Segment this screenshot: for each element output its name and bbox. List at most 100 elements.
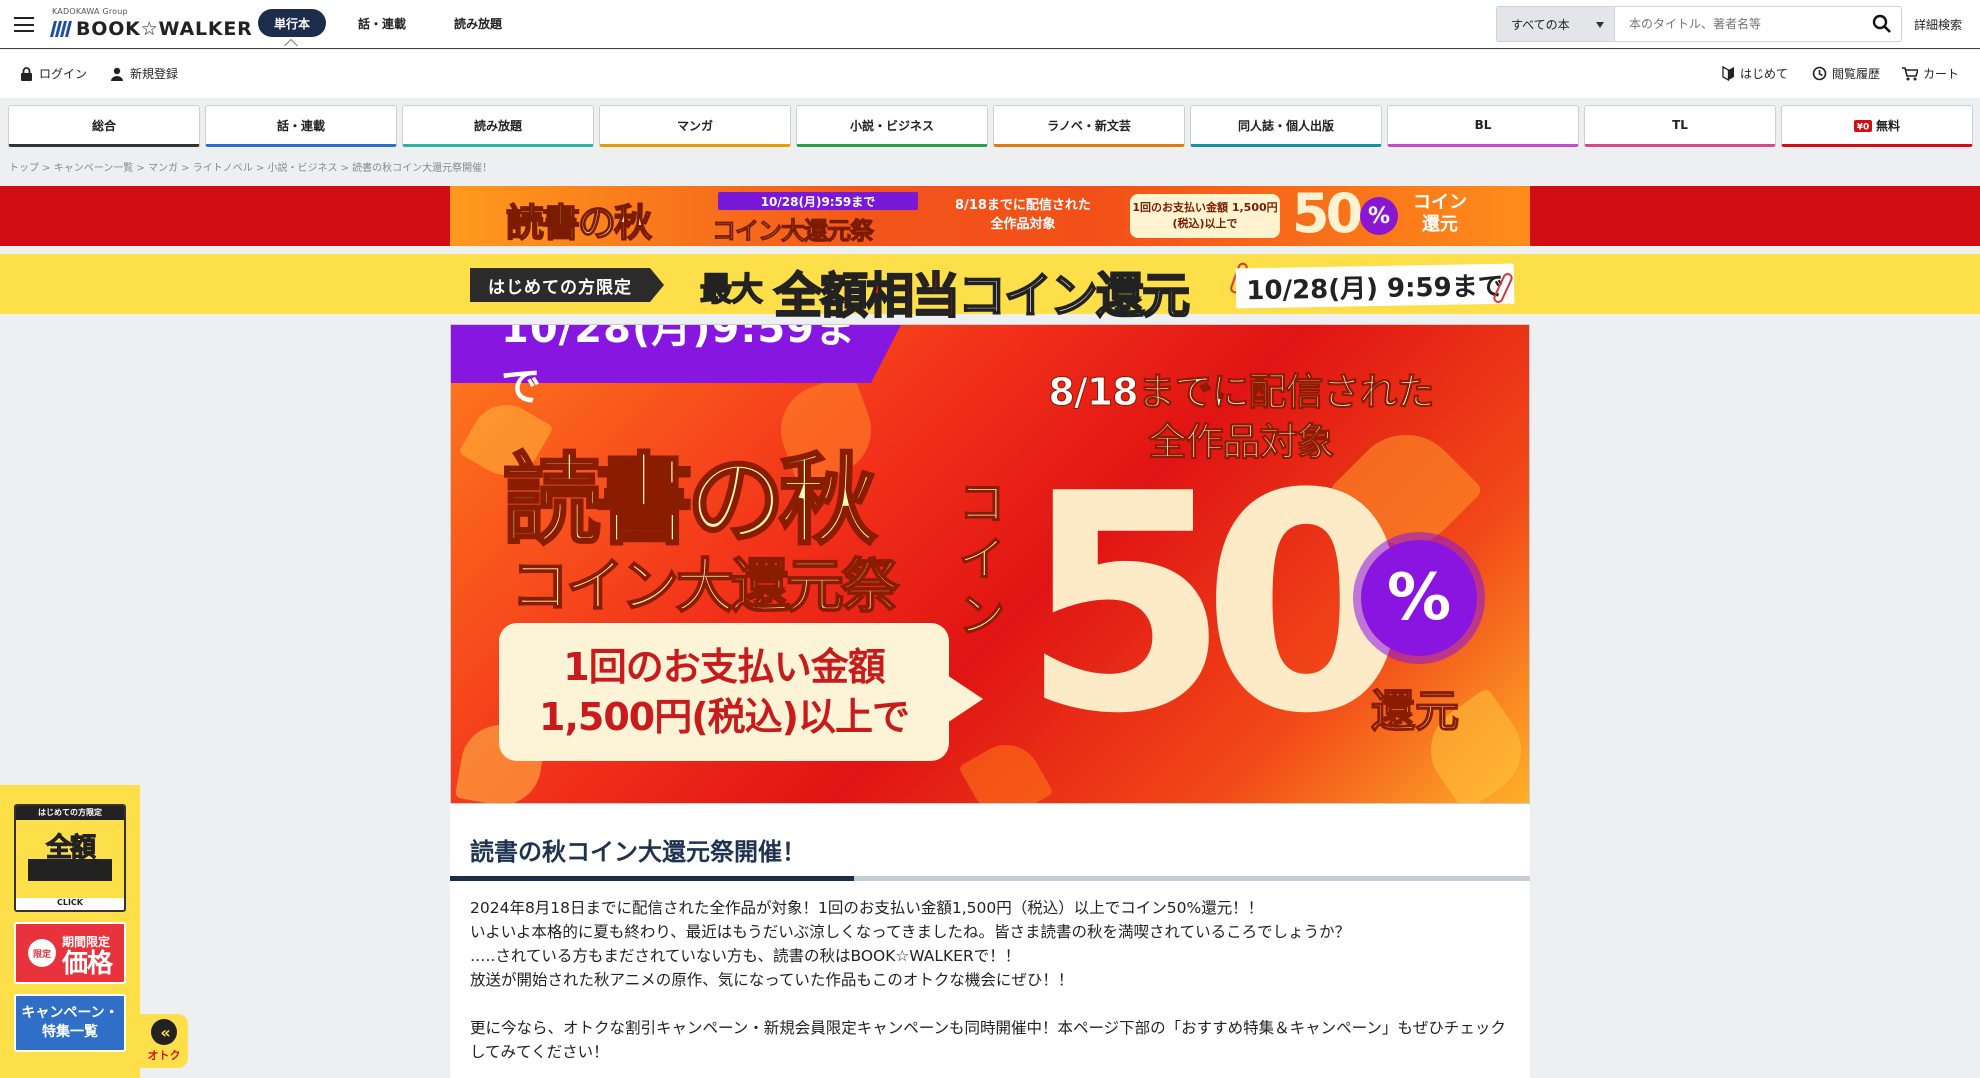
- category-tab-label: マンガ: [676, 118, 713, 133]
- breadcrumb[interactable]: トップ > キャンペーン一覧 > マンガ > ライトノベル > 小説・ビジネス …: [9, 159, 492, 174]
- widget-first-time-label: はじめての方限定: [16, 806, 124, 820]
- hero-return-label: 還元: [1370, 685, 1460, 738]
- widget-coin-return: コイン還元: [27, 859, 112, 881]
- sub-header: [0, 50, 1980, 98]
- category-tab-label: 総合: [91, 118, 116, 133]
- banner-percent-badge: %: [1360, 197, 1398, 235]
- register-label: 新規登録: [130, 67, 179, 81]
- banner-payment: 1回のお支払い金額 1,500円(税込)以上で: [1130, 194, 1280, 238]
- tab-unlimited[interactable]: 読み放題: [444, 9, 512, 37]
- limited-price-text: 期間限定 価格: [61, 931, 113, 979]
- article-spacer: [470, 992, 1510, 1016]
- category-tab-bl[interactable]: BL: [1387, 105, 1579, 147]
- article-body: 2024年8月18日までに配信された全作品が対象！1回のお支払い金額1,500円…: [470, 896, 1510, 1064]
- hero-condition-line1: 8/18までに配信された: [1048, 370, 1435, 415]
- hero-banner: 10/28(月)9:59まで 読書の秋 コイン大還元祭 1回のお支払い金額 1,…: [450, 324, 1530, 804]
- category-tab-label: BL: [1474, 118, 1492, 132]
- tab-episode[interactable]: 話・連載: [348, 9, 416, 37]
- logo-bars-icon: [50, 21, 72, 37]
- banner-subtitle: コイン大還元祭: [712, 217, 875, 246]
- category-tab-tl[interactable]: TL: [1584, 105, 1776, 147]
- free-badge-icon: ¥0: [1853, 120, 1872, 133]
- site-logo[interactable]: BOOK☆WALKER: [50, 17, 253, 41]
- history-label: 閲覧履歴: [1832, 67, 1881, 81]
- category-tab-light-novel[interactable]: ラノベ・新文芸: [993, 105, 1185, 147]
- article-section: 読書の秋コイン大還元祭開催！ 2024年8月18日までに配信された全作品が対象！…: [450, 804, 1530, 1078]
- hero-coin-vertical: コイン: [958, 475, 1006, 643]
- login-label: ログイン: [39, 67, 88, 81]
- widget-click-label: CLICK: [16, 898, 124, 910]
- limited-badge-icon: 限定: [27, 939, 56, 967]
- svg-text:¥0: ¥0: [1857, 123, 1870, 133]
- advanced-search-link[interactable]: 詳細検索: [1914, 16, 1962, 33]
- first-time-headline-rest: コイン還元: [957, 267, 1191, 325]
- article-paragraph: 更に今なら、オトクな割引キャンペーン・新規会員限定キャンペーンも同時開催中！本ペ…: [470, 1019, 1506, 1061]
- hero-payment-line2: 1,500円(税込)以上で: [539, 695, 910, 739]
- campaign-banner[interactable]: 読書の秋 10/28(月)9:59まで コイン大還元祭 8/18までに配信された…: [450, 186, 1530, 246]
- chevron-down-icon: [1596, 22, 1604, 28]
- logo-group-text: KADOKAWA Group: [52, 7, 128, 16]
- category-tab-manga[interactable]: マンガ: [599, 105, 791, 147]
- category-tab-label: TL: [1672, 118, 1688, 132]
- history-link[interactable]: 閲覧履歴: [1812, 65, 1880, 82]
- first-time-date: 10/28(月) 9:59まで: [1235, 263, 1515, 309]
- toggle-label: オトク: [147, 1049, 181, 1062]
- banner-date: 10/28(月)9:59まで: [718, 192, 918, 210]
- cart-link[interactable]: カート: [1902, 65, 1959, 82]
- limited-price-widget[interactable]: 限定 期間限定 価格: [14, 922, 126, 984]
- hero-percent-badge: %: [1361, 540, 1477, 656]
- search-icon[interactable]: [1872, 14, 1892, 34]
- category-tab-all[interactable]: 総合: [8, 105, 200, 147]
- banner-coin-label: コイン 還元: [1413, 192, 1467, 235]
- category-tab-label: 同人誌・個人出版: [1237, 118, 1334, 133]
- menu-icon[interactable]: [14, 17, 34, 32]
- banner-value: 50: [1292, 186, 1363, 245]
- category-tab-episode[interactable]: 話・連載: [205, 105, 397, 147]
- hero-payment-line1: 1回のお支払い金額: [563, 645, 885, 689]
- cart-icon: [1902, 66, 1918, 80]
- first-time-headline: 全額相当コイン還元: [773, 256, 1191, 326]
- banner-title: 読書の秋: [505, 200, 653, 246]
- search-scope-select[interactable]: すべての本: [1496, 6, 1614, 42]
- banner-condition: 8/18までに配信された 全作品対象: [955, 198, 1091, 232]
- limited-price-label: 価格: [61, 949, 113, 979]
- article-heading: 読書の秋コイン大還元祭開催！: [470, 838, 806, 866]
- category-tab-doujin[interactable]: 同人誌・個人出版: [1190, 105, 1382, 147]
- first-time-link[interactable]: はじめて: [1722, 65, 1788, 82]
- beginner-mark-icon: [1722, 66, 1734, 81]
- campaign-list-widget[interactable]: キャンペーン・特集一覧: [14, 994, 126, 1052]
- article-paragraph: 2024年8月18日までに配信された全作品が対象！1回のお支払い金額1,500円…: [470, 899, 1264, 917]
- user-icon: [111, 67, 123, 81]
- history-icon: [1812, 66, 1827, 81]
- active-tab-caret: [284, 39, 298, 46]
- lock-icon: [21, 66, 32, 81]
- article-paragraph: いよいよ本格的に夏も終わり、最近はもうだいぶ涼しくなってきましたね。皆さま読書の…: [470, 923, 1351, 941]
- login-link[interactable]: ログイン: [20, 65, 87, 82]
- first-time-max: 最大: [699, 269, 764, 309]
- first-time-tag: はじめての方限定: [470, 268, 664, 302]
- heading-underline: [450, 876, 1530, 881]
- category-tab-novel-business[interactable]: 小説・ビジネス: [796, 105, 988, 147]
- category-tab-label: 話・連載: [276, 118, 325, 133]
- first-time-headline-red: 全額相当: [773, 267, 961, 325]
- register-link[interactable]: 新規登録: [110, 65, 178, 82]
- category-tab-label: 小説・ビジネス: [849, 118, 934, 133]
- article-paragraph: 放送が開始された秋アニメの原作、気になっていた作品もこのオトクな機会にぜひ！！: [470, 971, 1074, 989]
- hero-payment-bubble: 1回のお支払い金額 1,500円(税込)以上で: [499, 623, 983, 761]
- category-tab-free[interactable]: ¥0 無料: [1781, 105, 1973, 147]
- widget-first-time-body: 全額 コイン還元: [16, 820, 124, 898]
- category-tab-unlimited[interactable]: 読み放題: [402, 105, 594, 147]
- side-widget-toggle[interactable]: « オトク: [140, 1014, 188, 1068]
- article-paragraph: …..されている方もまだされていない方も、読書の秋はBOOK☆WALKERで！！: [470, 947, 1021, 965]
- widget-full-amount: 全額: [45, 833, 96, 863]
- tab-tankoubon[interactable]: 単行本: [258, 9, 326, 37]
- first-time-coin-widget[interactable]: はじめての方限定 全額 コイン還元 CLICK: [14, 804, 126, 912]
- collapse-icon: «: [151, 1019, 177, 1045]
- hero-date: 10/28(月)9:59まで: [451, 325, 901, 410]
- logo-text: BOOK☆WALKER: [76, 18, 253, 40]
- category-tab-label: 読み放題: [473, 118, 522, 133]
- category-tab-label: ラノベ・新文芸: [1047, 118, 1131, 133]
- hero-subtitle: コイン大還元祭: [510, 551, 900, 621]
- search-input[interactable]: [1614, 6, 1902, 42]
- category-tab-label: 無料: [1875, 118, 1900, 133]
